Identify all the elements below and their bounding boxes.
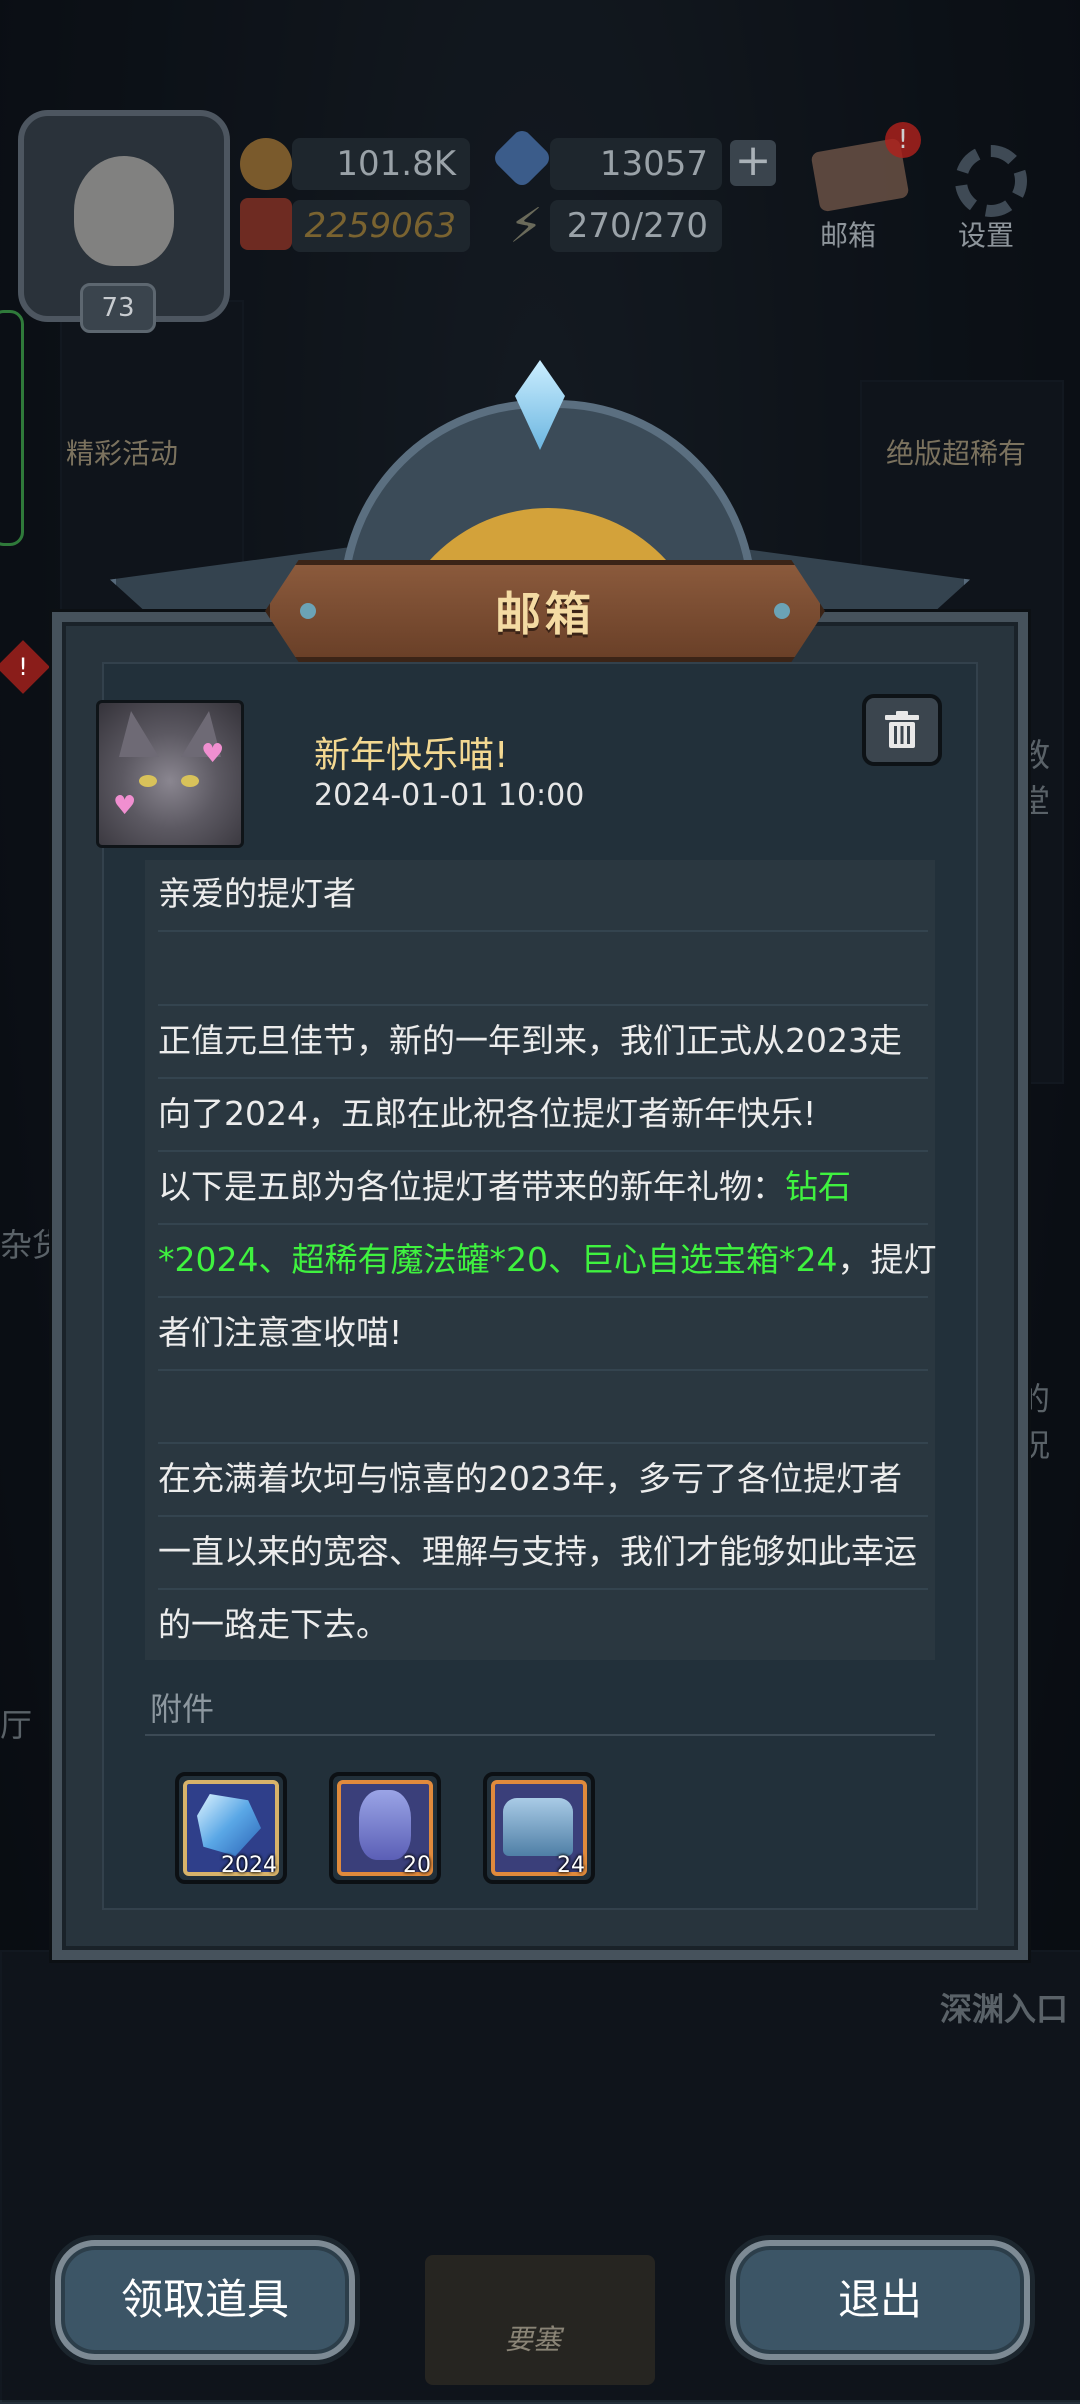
side-panel-tab[interactable] bbox=[0, 310, 24, 546]
exit-button[interactable]: 退出 bbox=[730, 2240, 1030, 2360]
gem-amount: 13057 bbox=[550, 138, 722, 190]
level-badge: 73 bbox=[80, 283, 156, 333]
mail-line: 一直以来的宽容、理解与支持，我们才能够如此幸运 bbox=[158, 1516, 928, 1590]
magic-jar-icon bbox=[359, 1790, 411, 1860]
item-count: 20 bbox=[403, 1853, 431, 1878]
mail-line: 以下是五郎为各位提灯者带来的新年礼物：钻石 bbox=[158, 1151, 928, 1225]
cat-eye-right bbox=[181, 775, 199, 787]
combat-power: 2259063 bbox=[292, 200, 470, 252]
energy-amount: 270/270 bbox=[550, 200, 722, 252]
attachment-item-magic-jar[interactable]: 20 bbox=[329, 1772, 441, 1884]
gold-coin-icon bbox=[240, 138, 292, 190]
power-icon bbox=[240, 198, 292, 250]
mail-line-text: 以下是五郎为各位提灯者带来的新年礼物： bbox=[158, 1167, 785, 1206]
cat-ear-left bbox=[119, 711, 159, 757]
mail-line: 向了2024，五郎在此祝各位提灯者新年快乐! bbox=[158, 1078, 928, 1152]
rivet-icon bbox=[300, 603, 316, 619]
cat-eye-left bbox=[139, 775, 157, 787]
heart-icon: ♥ bbox=[201, 739, 225, 769]
dialog-title: 邮箱 bbox=[495, 587, 595, 641]
mail-line: 者们注意查收喵! bbox=[158, 1297, 928, 1371]
attachments-label: 附件 bbox=[150, 1690, 215, 1728]
claim-items-button[interactable]: 领取道具 bbox=[55, 2240, 355, 2360]
mail-line bbox=[158, 932, 928, 1006]
mail-line: 亲爱的提灯者 bbox=[158, 858, 928, 932]
chest-icon bbox=[503, 1798, 573, 1856]
reward-highlight: *2024、超稀有魔法罐*20、巨心自选宝箱*24 bbox=[158, 1240, 838, 1279]
sender-avatar: ♥ ♥ bbox=[96, 700, 244, 848]
add-gems-button[interactable]: + bbox=[730, 139, 776, 186]
attachment-item-chest[interactable]: 24 bbox=[483, 1772, 595, 1884]
item-count: 24 bbox=[557, 1853, 585, 1878]
dialog-title-plate: 邮箱 bbox=[265, 560, 825, 662]
mail-line: *2024、超稀有魔法罐*20、巨心自选宝箱*24，提灯 bbox=[158, 1224, 936, 1298]
mail-alert-badge: ! bbox=[885, 122, 921, 158]
delete-mail-button[interactable] bbox=[862, 694, 942, 766]
gear-icon[interactable] bbox=[955, 145, 1027, 217]
mail-label: 邮箱 bbox=[820, 219, 877, 252]
mail-line bbox=[158, 1370, 928, 1444]
mail-subject: 新年快乐喵! bbox=[314, 735, 509, 776]
rivet-icon bbox=[774, 603, 790, 619]
divider bbox=[145, 1734, 935, 1736]
settings-label: 设置 bbox=[958, 219, 1015, 252]
mail-line: 正值元旦佳节，新的一年到来，我们正式从2023走 bbox=[158, 1005, 928, 1079]
attachment-item-diamond[interactable]: 2024 bbox=[175, 1772, 287, 1884]
reward-highlight: 钻石 bbox=[785, 1167, 851, 1206]
mail-date: 2024-01-01 10:00 bbox=[314, 778, 585, 813]
trash-icon bbox=[885, 711, 919, 748]
fortress-label: 要塞 bbox=[505, 2323, 562, 2356]
bg-label-hall: 厅 bbox=[0, 1706, 33, 1744]
mail-line-text: ，提灯 bbox=[837, 1240, 937, 1279]
heart-icon: ♥ bbox=[113, 791, 137, 821]
bg-label-abyss: 深渊入口 bbox=[940, 1990, 1069, 2028]
gold-amount: 101.8K bbox=[292, 138, 470, 190]
avatar-face bbox=[74, 156, 174, 266]
lightning-icon: ⚡ bbox=[509, 198, 543, 254]
mail-line: 的一路走下去。 bbox=[158, 1605, 389, 1644]
mail-line: 在充满着坎坷与惊喜的2023年，多亏了各位提灯者 bbox=[158, 1443, 928, 1517]
item-count: 2024 bbox=[221, 1853, 277, 1878]
